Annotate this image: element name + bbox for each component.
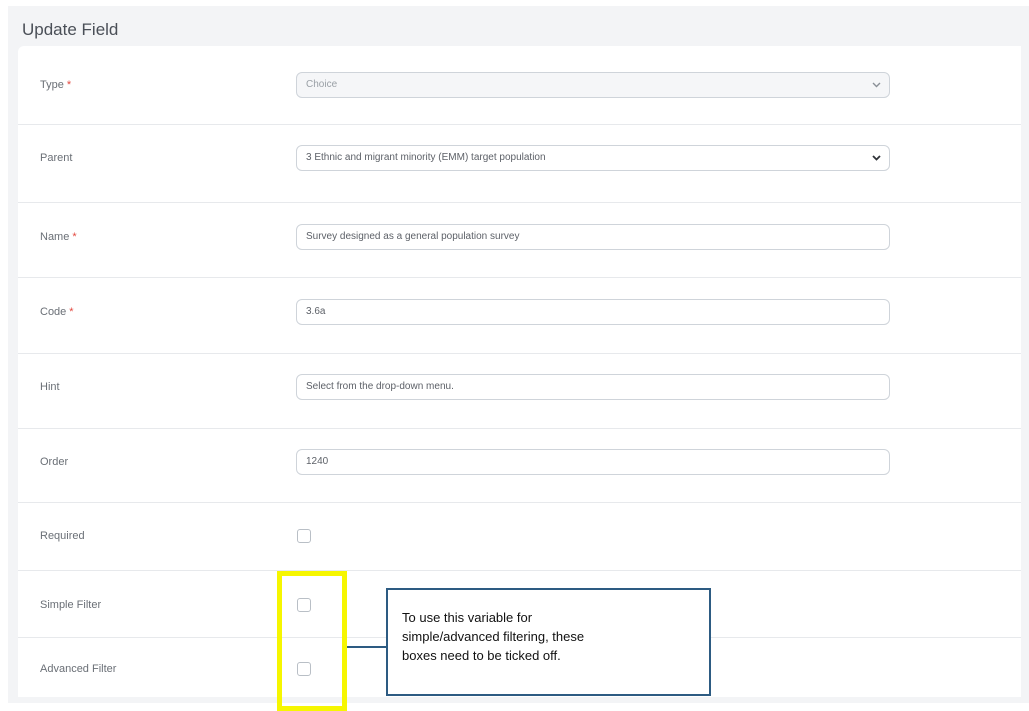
- code-input[interactable]: 3.6a: [296, 299, 890, 325]
- hint-label: Hint: [40, 381, 60, 393]
- row-name: Name * Survey designed as a general popul…: [18, 202, 1021, 278]
- parent-select[interactable]: 3 Ethnic and migrant minority (EMM) targ…: [296, 145, 890, 171]
- annotation-callout: To use this variable for simple/advanced…: [386, 588, 711, 696]
- advanced-filter-label: Advanced Filter: [40, 663, 117, 675]
- required-marker: *: [66, 79, 72, 91]
- simple-filter-label: Simple Filter: [40, 599, 102, 611]
- panel-title: Update Field: [22, 20, 119, 39]
- row-order: Order 1240: [18, 428, 1021, 503]
- row-hint: Hint Select from the drop-down menu.: [18, 353, 1021, 429]
- parent-label: Parent: [40, 152, 73, 164]
- row-parent: Parent 3 Ethnic and migrant minority (EM…: [18, 124, 1021, 203]
- required-marker: *: [72, 231, 77, 243]
- required-marker: *: [69, 306, 74, 318]
- code-label: Code *: [40, 306, 74, 318]
- filter-checkbox-highlight: [277, 571, 347, 711]
- type-value: Choice: [306, 79, 338, 90]
- hint-input[interactable]: Select from the drop-down menu.: [296, 374, 890, 400]
- order-label: Order: [40, 456, 69, 468]
- row-required: Required: [18, 502, 1021, 571]
- required-label: Required: [40, 530, 85, 542]
- row-code: Code * 3.6a: [18, 277, 1021, 354]
- chevron-down-icon: [872, 146, 881, 161]
- chevron-down-icon: [872, 73, 881, 88]
- required-checkbox[interactable]: [297, 529, 311, 543]
- type-label: Type *: [40, 79, 72, 91]
- callout-line: simple/advanced filtering, these: [402, 629, 585, 644]
- name-label: Name *: [40, 231, 77, 243]
- type-select[interactable]: Choice: [296, 72, 890, 98]
- callout-connector-line: [347, 646, 387, 648]
- order-input[interactable]: 1240: [296, 449, 890, 475]
- parent-value: 3 Ethnic and migrant minority (EMM) targ…: [306, 152, 546, 163]
- row-type: Type * Choice: [18, 46, 1021, 125]
- callout-line: To use this variable for: [402, 610, 533, 625]
- name-input[interactable]: Survey designed as a general population …: [296, 224, 890, 250]
- callout-line: boxes need to be ticked off.: [402, 648, 561, 663]
